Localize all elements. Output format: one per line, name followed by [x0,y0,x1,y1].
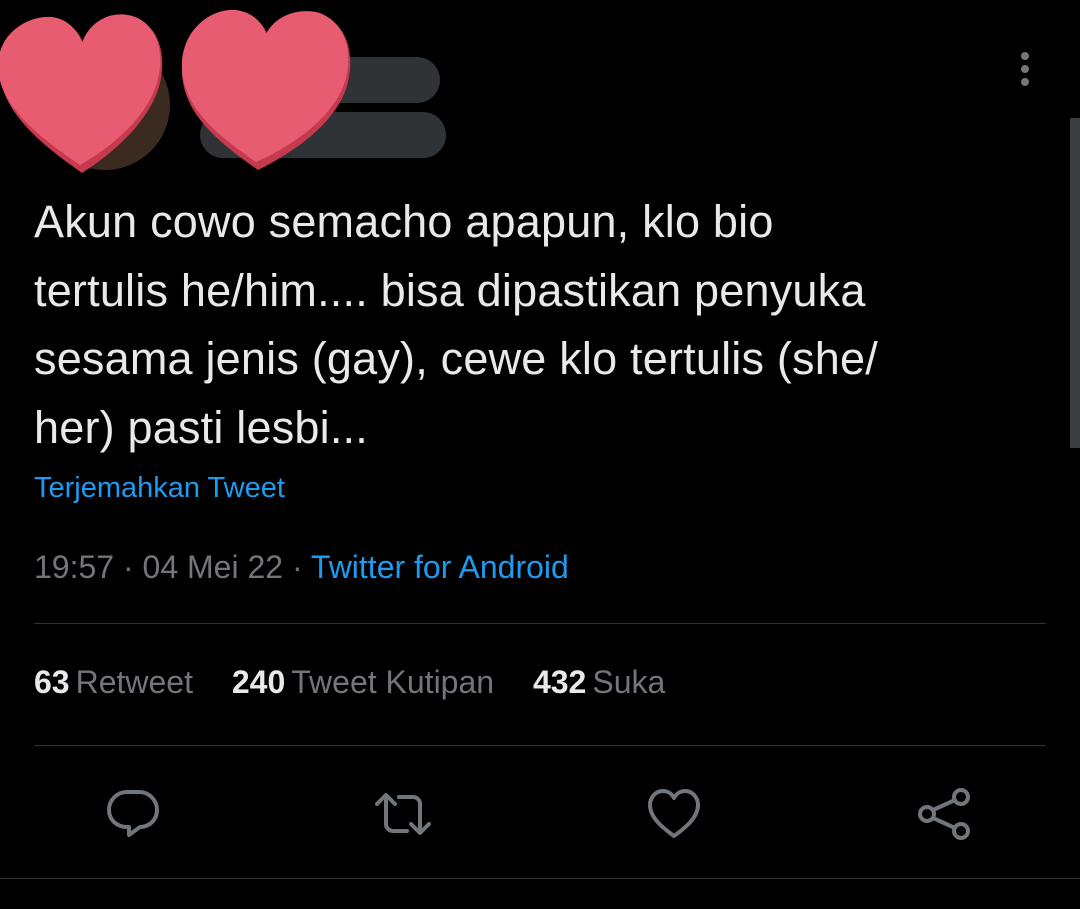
retweet-button[interactable] [373,784,433,844]
tweet-text-line: tertulis he/him.... bisa dipastikan peny… [34,264,866,316]
heart-icon [648,789,700,838]
reply-button[interactable] [103,784,163,844]
scrollbar[interactable] [1070,118,1080,448]
divider [34,745,1046,746]
share-icon [918,788,970,840]
tweet-source-link[interactable]: Twitter for Android [311,549,569,585]
separator: · [291,549,303,585]
retweets-label: Retweet [75,664,193,700]
like-button[interactable] [644,784,704,844]
share-button[interactable] [914,784,974,844]
heart-sticker-redaction [181,9,351,170]
retweets-stat[interactable]: 63 Retweet [34,664,193,701]
retweets-count: 63 [34,664,70,700]
translate-tweet-link[interactable]: Terjemahkan Tweet [34,472,285,505]
separator: · [122,549,134,585]
retweet-icon [375,793,431,835]
likes-stat[interactable]: 432 Suka [533,664,665,701]
tweet-text-line: sesama jenis (gay), cewe klo tertulis (s… [34,333,878,384]
quote-tweets-stat[interactable]: 240 Tweet Kutipan [232,664,494,701]
tweet-metadata: 19:57 · 04 Mei 22 · Twitter for Android [34,549,569,586]
tweet-time: 19:57 [34,549,115,585]
more-vertical-icon[interactable] [1010,52,1040,92]
tweet-date: 04 Mei 22 [142,549,284,585]
tweet-text-line: Akun cowo semacho apapun, klo bio [34,196,774,247]
quote-tweets-count: 240 [231,664,286,700]
likes-count: 432 [532,664,587,700]
engagement-stats: 63 Retweet 240 Tweet Kutipan 432 Suka [34,664,695,701]
tweet-author-header [0,0,1080,180]
tweet-text-line: her) pasti lesbi... [34,401,368,453]
quote-tweets-label: Tweet Kutipan [291,664,495,700]
likes-label: Suka [592,664,666,700]
heart-sticker-redaction [0,14,163,173]
divider [34,623,1046,624]
divider [0,878,1080,879]
tweet-body: Akun cowo semacho apapun, klo bio tertul… [34,188,1034,462]
reply-icon [107,790,159,837]
